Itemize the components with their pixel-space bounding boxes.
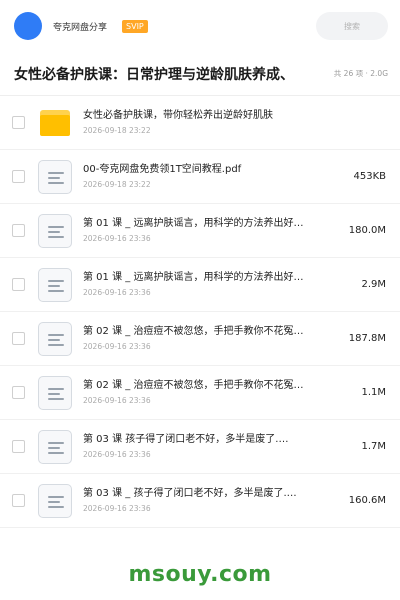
file-size: 2.9M bbox=[361, 279, 386, 290]
title-row: 女性必备护肤课：日常护理与逆龄肌肤养成、 共 26 项 · 2.0G bbox=[0, 52, 400, 96]
search-placeholder: 搜索 bbox=[344, 21, 360, 31]
svip-badge: SVIP bbox=[122, 19, 148, 33]
file-size: 187.8M bbox=[348, 333, 386, 344]
file-row[interactable]: 第 01 课 _ 远离护肤谣言，用科学的方法养出好… 2026-09-16 23:… bbox=[0, 258, 400, 312]
file-info: 第 01 课 _ 远离护肤谣言，用科学的方法养出好… 2026-09-16 23:… bbox=[83, 217, 339, 244]
row-checkbox[interactable] bbox=[12, 224, 25, 237]
row-checkbox[interactable] bbox=[12, 494, 25, 507]
top-bar: 夸克网盘分享 SVIP 搜索 bbox=[0, 0, 400, 52]
file-date: 2026-09-16 23:36 bbox=[83, 234, 151, 243]
file-date: 2026-09-16 23:36 bbox=[83, 342, 151, 351]
row-checkbox[interactable] bbox=[12, 386, 25, 399]
search-input[interactable]: 搜索 bbox=[316, 12, 388, 40]
document-icon bbox=[38, 267, 72, 302]
file-size: 180.0M bbox=[348, 225, 386, 236]
avatar[interactable] bbox=[14, 12, 42, 40]
document-icon bbox=[38, 159, 72, 194]
file-row[interactable]: 第 03 课 _ 孩子得了闭口老不好，多半是废了.… 2026-09-16 23:… bbox=[0, 474, 400, 528]
file-date: 2026-09-16 23:36 bbox=[83, 504, 151, 513]
item-count-meta: 共 26 项 · 2.0G bbox=[333, 69, 388, 78]
file-info: 第 03 课 _ 孩子得了闭口老不好，多半是废了.… 2026-09-16 23:… bbox=[83, 487, 339, 514]
folder-row[interactable]: 女性必备护肤课，带你轻松养出逆龄好肌肤 2026-09-18 23:22 bbox=[0, 96, 400, 150]
file-info: 第 03 课 孩子得了闭口老不好，多半是废了.… 2026-09-16 23:36 bbox=[83, 433, 351, 460]
file-name[interactable]: 第 03 课 孩子得了闭口老不好，多半是废了.… bbox=[83, 433, 351, 446]
file-name[interactable]: 第 02 课 _ 治痘痘不被忽悠，手把手教你不花冤… bbox=[83, 379, 351, 392]
file-size: 1.7M bbox=[361, 441, 386, 452]
file-size: 1.1M bbox=[361, 387, 386, 398]
file-name[interactable]: 第 02 课 _ 治痘痘不被忽悠，手把手教你不花冤… bbox=[83, 325, 339, 338]
file-name[interactable]: 第 01 课 _ 远离护肤谣言，用科学的方法养出好… bbox=[83, 271, 351, 284]
file-date: 2026-09-16 23:36 bbox=[83, 450, 151, 459]
file-name[interactable]: 第 03 课 _ 孩子得了闭口老不好，多半是废了.… bbox=[83, 487, 339, 500]
document-icon bbox=[38, 429, 72, 464]
row-checkbox[interactable] bbox=[12, 440, 25, 453]
watermark: msouy.com bbox=[128, 562, 272, 587]
row-checkbox[interactable] bbox=[12, 332, 25, 345]
file-size: 453KB bbox=[353, 171, 386, 182]
file-info: 女性必备护肤课，带你轻松养出逆龄好肌肤 2026-09-18 23:22 bbox=[83, 109, 386, 136]
file-date: 2026-09-16 23:36 bbox=[83, 396, 151, 405]
file-row[interactable]: 00-夸克网盘免费领1T空间教程.pdf 2026-09-18 23:22 453K… bbox=[0, 150, 400, 204]
user-name[interactable]: 夸克网盘分享 bbox=[53, 20, 107, 33]
file-name[interactable]: 00-夸克网盘免费领1T空间教程.pdf bbox=[83, 163, 343, 176]
document-icon bbox=[38, 213, 72, 248]
document-icon bbox=[38, 321, 72, 356]
row-checkbox[interactable] bbox=[12, 278, 25, 291]
file-size: 160.6M bbox=[348, 495, 386, 506]
file-date: 2026-09-18 23:22 bbox=[83, 126, 151, 135]
page-title: 女性必备护肤课：日常护理与逆龄肌肤养成、 bbox=[14, 66, 294, 83]
file-date: 2026-09-18 23:22 bbox=[83, 180, 151, 189]
file-row[interactable]: 第 03 课 孩子得了闭口老不好，多半是废了.… 2026-09-16 23:36… bbox=[0, 420, 400, 474]
row-checkbox[interactable] bbox=[12, 116, 25, 129]
file-info: 第 02 课 _ 治痘痘不被忽悠，手把手教你不花冤… 2026-09-16 23:… bbox=[83, 379, 351, 406]
file-info: 第 02 课 _ 治痘痘不被忽悠，手把手教你不花冤… 2026-09-16 23:… bbox=[83, 325, 339, 352]
file-info: 00-夸克网盘免费领1T空间教程.pdf 2026-09-18 23:22 bbox=[83, 163, 343, 190]
folder-icon bbox=[40, 109, 70, 136]
file-date: 2026-09-16 23:36 bbox=[83, 288, 151, 297]
file-row[interactable]: 第 02 课 _ 治痘痘不被忽悠，手把手教你不花冤… 2026-09-16 23:… bbox=[0, 312, 400, 366]
file-info: 第 01 课 _ 远离护肤谣言，用科学的方法养出好… 2026-09-16 23:… bbox=[83, 271, 351, 298]
file-name[interactable]: 女性必备护肤课，带你轻松养出逆龄好肌肤 bbox=[83, 109, 386, 122]
file-list: 女性必备护肤课，带你轻松养出逆龄好肌肤 2026-09-18 23:22 00-夸克… bbox=[0, 96, 400, 528]
row-checkbox[interactable] bbox=[12, 170, 25, 183]
document-icon bbox=[38, 375, 72, 410]
file-row[interactable]: 第 02 课 _ 治痘痘不被忽悠，手把手教你不花冤… 2026-09-16 23:… bbox=[0, 366, 400, 420]
file-name[interactable]: 第 01 课 _ 远离护肤谣言，用科学的方法养出好… bbox=[83, 217, 339, 230]
file-row[interactable]: 第 01 课 _ 远离护肤谣言，用科学的方法养出好… 2026-09-16 23:… bbox=[0, 204, 400, 258]
document-icon bbox=[38, 483, 72, 518]
